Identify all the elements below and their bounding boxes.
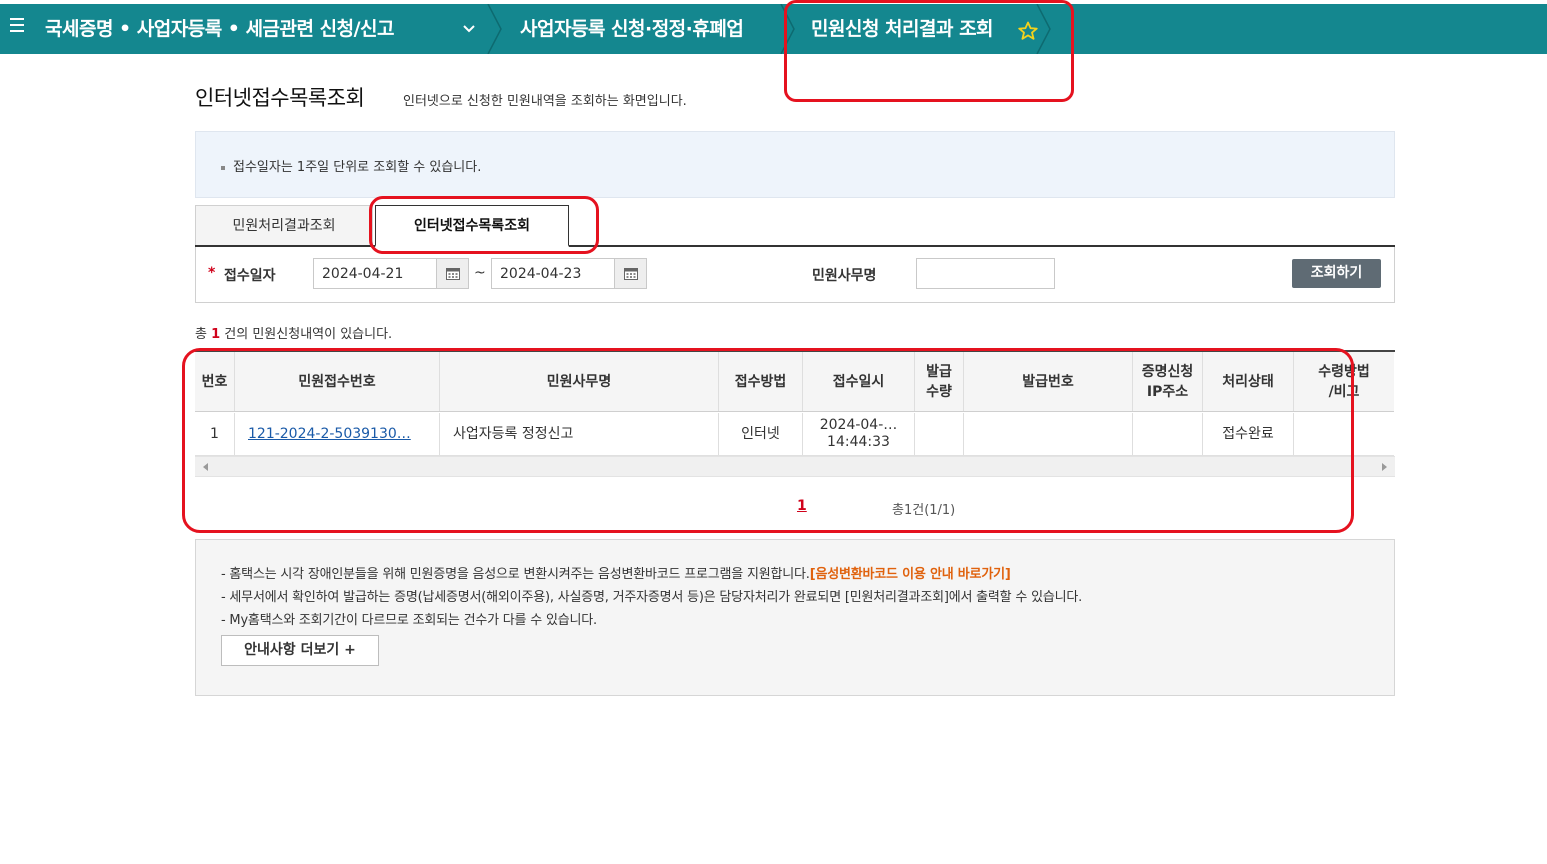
end-date-input[interactable] (491, 258, 615, 289)
breadcrumb-current-page: 민원신청 처리결과 조회 (811, 18, 994, 40)
receipt-time: 14:44:33 (827, 434, 890, 450)
total-count-text: 총 1 건의 민원신청내역이 있습니다. (195, 323, 392, 342)
chevron-down-icon[interactable] (463, 24, 475, 34)
header-receive-method: 수령방법 /비고 (1318, 363, 1370, 400)
office-name-input[interactable] (916, 258, 1055, 289)
cell-ip-address (1133, 413, 1203, 455)
breadcrumb-category[interactable]: 국세증명 • 사업자등록 • 세금관련 신청/신고 (45, 4, 394, 54)
header-receipt-datetime: 접수일시 (803, 352, 915, 411)
results-table: 번호 민원접수번호 민원사무명 접수방법 접수일시 발급 수량 발급번호 증명신… (195, 350, 1395, 456)
start-date-calendar-button[interactable] (436, 258, 469, 289)
notice-text-row: 접수일자는 1주일 단위로 조회할 수 있습니다. (221, 156, 481, 175)
start-date-input[interactable] (313, 258, 437, 289)
voice-barcode-guide-link[interactable]: [음성변환바코드 이용 안내 바로가기] (810, 567, 1011, 582)
header-ip-address: 증명신청 IP주소 (1133, 352, 1203, 411)
header-issue-no: 발급번호 (964, 352, 1133, 411)
cell-receive-method (1294, 413, 1394, 455)
total-suffix: 건의 민원신청내역이 있습니다. (224, 327, 393, 342)
page-link-current[interactable]: 1 (797, 498, 807, 514)
tab-bar: 민원처리결과조회 인터넷접수목록조회 (195, 205, 1395, 247)
header-method: 접수방법 (719, 352, 803, 411)
search-button[interactable]: 조회하기 (1292, 259, 1381, 288)
cell-method: 인터넷 (719, 413, 803, 455)
cell-status: 접수완료 (1203, 413, 1294, 455)
header-receipt-no: 민원접수번호 (235, 352, 440, 411)
bullet-icon (221, 165, 225, 170)
total-count: 1 (211, 327, 221, 342)
cell-receipt-no: 121-2024-2-5039130… (235, 413, 440, 455)
calendar-icon (446, 268, 460, 280)
receipt-no-link[interactable]: 121-2024-2-5039130… (248, 426, 411, 443)
table-header-row: 번호 민원접수번호 민원사무명 접수방법 접수일시 발급 수량 발급번호 증명신… (195, 352, 1394, 412)
required-mark: * (208, 265, 216, 281)
cell-number: 1 (195, 413, 235, 455)
calendar-icon (624, 268, 638, 280)
office-name-label: 민원사무명 (812, 268, 877, 284)
page-title: 인터넷접수목록조회 (195, 86, 365, 110)
favorite-star-icon[interactable] (1018, 21, 1038, 41)
receipt-date: 2024-04-… (819, 417, 898, 433)
breadcrumb-separator (487, 4, 502, 54)
info-line-count-diff: - My홈택스와 조회기간이 다르므로 조회되는 건수가 다를 수 있습니다. (221, 613, 597, 628)
total-prefix: 총 (195, 327, 207, 342)
cell-issue-qty (915, 413, 964, 455)
header-status: 처리상태 (1203, 352, 1294, 411)
header-number: 번호 (195, 352, 235, 411)
breadcrumb-separator (1036, 4, 1051, 54)
table-row: 1 121-2024-2-5039130… 사업자등록 정정신고 인터넷 202… (195, 413, 1394, 456)
page-description: 인터넷으로 신청한 민원내역을 조회하는 화면입니다. (403, 94, 687, 109)
cell-office-name: 사업자등록 정정신고 (440, 413, 719, 455)
date-range-separator: ~ (474, 265, 486, 281)
hamburger-menu-icon[interactable] (10, 18, 24, 32)
info-line-barcode: - 홈택스는 시각 장애인분들을 위해 민원증명을 음성으로 변환시켜주는 음성… (221, 563, 1011, 582)
receipt-date-label: 접수일자 (224, 268, 276, 284)
notice-text: 접수일자는 1주일 단위로 조회할 수 있습니다. (233, 160, 482, 175)
notice-box: 접수일자는 1주일 단위로 조회할 수 있습니다. (195, 131, 1395, 198)
scroll-left-arrow-icon[interactable] (203, 463, 208, 471)
info-box: - 홈택스는 시각 장애인분들을 위해 민원증명을 음성으로 변환시켜주는 음성… (195, 539, 1395, 696)
breadcrumb-separator (780, 4, 795, 54)
header-issue-qty: 발급 수량 (915, 352, 964, 411)
header-office-name: 민원사무명 (440, 352, 719, 411)
scroll-right-arrow-icon[interactable] (1382, 463, 1387, 471)
info-barcode-text: - 홈택스는 시각 장애인분들을 위해 민원증명을 음성으로 변환시켜주는 음성… (221, 567, 810, 582)
cell-issue-no (964, 413, 1133, 455)
cell-receipt-datetime: 2024-04-… 14:44:33 (803, 413, 915, 455)
search-form: * 접수일자 ~ 민원사무명 조회하기 (195, 247, 1395, 303)
breadcrumb-subcategory[interactable]: 사업자등록 신청·정정·휴폐업 (520, 4, 744, 54)
top-navigation-bar: 국세증명 • 사업자등록 • 세금관련 신청/신고 사업자등록 신청·정정·휴폐… (0, 4, 1547, 54)
pager-summary: 총1건(1/1) (892, 503, 956, 518)
end-date-calendar-button[interactable] (614, 258, 647, 289)
more-info-button[interactable]: 안내사항 더보기 + (221, 635, 379, 666)
info-line-certificate: - 세무서에서 확인하여 발급하는 증명(납세증명서(해외이주용), 사실증명,… (221, 590, 1083, 605)
tab-process-result[interactable]: 민원처리결과조회 (195, 205, 373, 245)
tab-internet-receipt-list[interactable]: 인터넷접수목록조회 (375, 205, 569, 247)
horizontal-scrollbar[interactable] (195, 456, 1395, 477)
